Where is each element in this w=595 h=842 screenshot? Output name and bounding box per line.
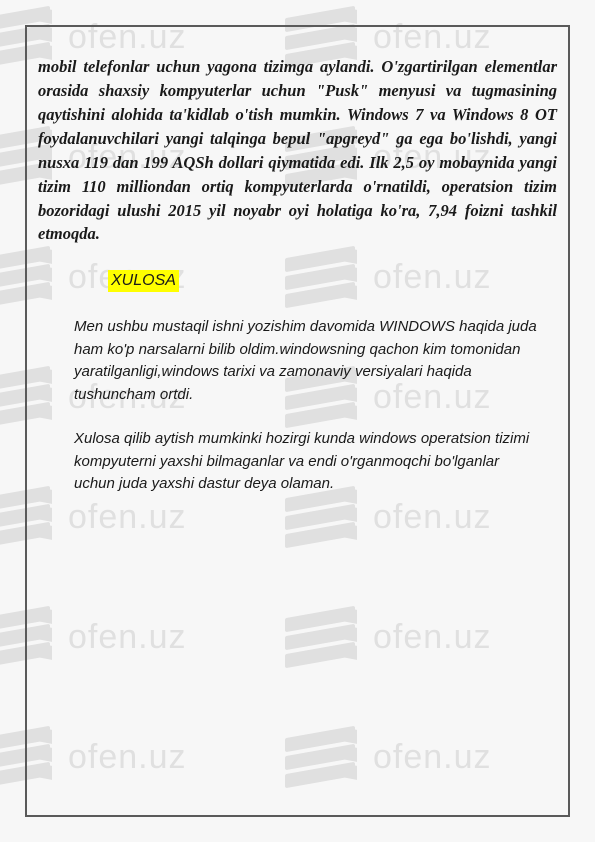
paragraph-body-2: Xulosa qilib aytish mumkinki hozirgi kun… bbox=[74, 428, 537, 496]
heading-xulosa: XULOSA bbox=[108, 270, 179, 292]
document-content: mobil telefonlar uchun yagona tizimga ay… bbox=[38, 55, 557, 496]
paragraph-body-1: Men ushbu mustaqil ishni yozishim davomi… bbox=[74, 316, 537, 406]
paragraph-main: mobil telefonlar uchun yagona tizimga ay… bbox=[38, 55, 557, 246]
